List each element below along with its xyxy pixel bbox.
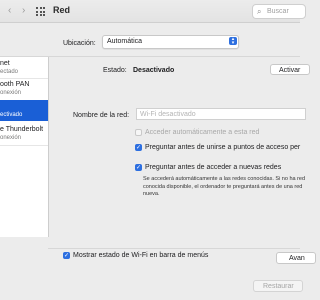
service-status: onexión [0, 135, 22, 141]
service-item-bluetooth-pan[interactable]: ooth PAN onexión [0, 79, 48, 99]
service-status: ectado [0, 69, 19, 75]
search-icon: ⌕ [257, 7, 262, 16]
ask-new-networks-description: Se accederá automáticamente a las redes … [143, 176, 306, 197]
location-label: Ubicación: [63, 40, 96, 47]
divider [48, 248, 300, 249]
network-name-label: Nombre de la red: [73, 112, 130, 119]
service-item-ethernet[interactable]: net ectado [0, 58, 48, 78]
window-title: Red [53, 5, 71, 15]
location-select[interactable]: Automática ▴ ▾ [102, 35, 239, 49]
auto-join-checkbox[interactable] [135, 129, 142, 136]
status-label: Estado: [103, 67, 127, 74]
service-status: ectivado [0, 112, 23, 118]
activar-button[interactable]: Activar [270, 64, 310, 75]
ask-new-networks-label: Preguntar antes de acceder a nuevas rede… [145, 164, 282, 171]
show-wifi-status-checkbox[interactable]: ✓ [63, 252, 70, 259]
advanced-button[interactable]: Avan [276, 252, 316, 264]
select-arrows-icon: ▴ ▾ [229, 37, 237, 46]
revert-button[interactable]: Restaurar [253, 280, 303, 292]
status-value: Desactivado [133, 67, 175, 74]
list-separator [0, 145, 48, 146]
ask-hotspots-label: Preguntar antes de unirse a puntos de ac… [145, 144, 301, 151]
show-wifi-status-label: Mostrar estado de Wi-Fi en barra de menú… [73, 252, 209, 259]
service-item-wifi[interactable]: ectivado [0, 100, 48, 121]
location-select-value: Automática [107, 38, 143, 45]
network-name-placeholder: Wi-Fi desactivado [140, 110, 196, 118]
chevron-left-icon[interactable]: ‹ [8, 6, 11, 16]
ask-new-networks-checkbox[interactable]: ✓ [135, 164, 142, 171]
network-name-field[interactable]: Wi-Fi desactivado [136, 108, 306, 120]
search-placeholder: Buscar [267, 8, 289, 15]
service-name: net [0, 60, 10, 67]
auto-join-label: Acceder automáticamente a esta red [145, 129, 260, 136]
grid-icon[interactable] [36, 7, 45, 16]
service-name: e Thunderbolt [0, 126, 44, 133]
chevron-right-icon[interactable]: › [22, 6, 25, 16]
service-name: ooth PAN [0, 81, 30, 88]
search-field[interactable]: ⌕ Buscar [252, 4, 306, 19]
service-item-thunderbolt[interactable]: e Thunderbolt onexión [0, 124, 48, 144]
service-status: onexión [0, 90, 22, 96]
ask-hotspots-checkbox[interactable]: ✓ [135, 144, 142, 151]
